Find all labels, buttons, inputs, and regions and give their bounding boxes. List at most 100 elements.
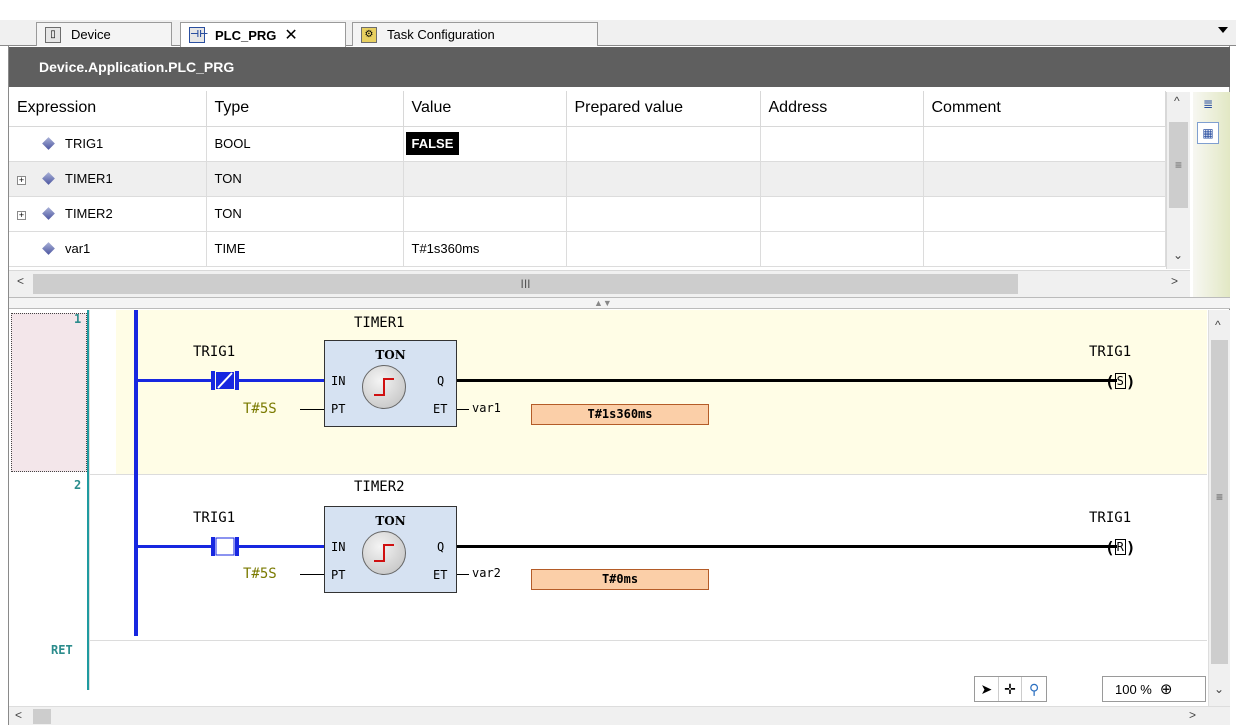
type-cell: BOOL [206, 126, 404, 162]
type-cell: TIME [206, 231, 404, 267]
et-output-variable[interactable]: var2 [472, 566, 501, 580]
fb-instance-name[interactable]: TIMER2 [354, 479, 405, 495]
col-comment[interactable]: Comment [923, 91, 1166, 127]
prepared-value-cell[interactable] [566, 196, 761, 232]
col-address[interactable]: Address [760, 91, 924, 127]
normally-open-contact[interactable] [203, 536, 247, 558]
contact-variable[interactable]: TRIG1 [193, 510, 235, 526]
value-cell: T#1s360ms [403, 231, 567, 267]
zoom-control[interactable]: 100 % ⊕ [1102, 676, 1206, 702]
wire [138, 379, 204, 382]
scroll-right-icon[interactable]: > [1189, 708, 1196, 722]
scroll-left-icon[interactable]: < [17, 274, 24, 288]
wire [457, 379, 1117, 382]
tab-device[interactable]: ▯ Device [36, 22, 172, 46]
value-cell [403, 161, 567, 197]
value-cell: FALSE [403, 126, 567, 162]
table-vertical-scrollbar[interactable]: ^ ≡ ⌄ [1166, 92, 1190, 269]
expression-cell: TRIG1 [9, 126, 207, 162]
coil-type: S [1114, 373, 1126, 389]
table-row[interactable]: + TIMER1 TON [9, 161, 1166, 197]
scroll-left-icon[interactable]: < [15, 708, 22, 722]
table-horizontal-scrollbar[interactable]: < III > [9, 270, 1190, 297]
ladder-pou-icon: ⊣⊢ [189, 27, 208, 43]
wire [247, 545, 324, 548]
scroll-up-icon[interactable]: ^ [1174, 94, 1180, 108]
declaration-view-icon[interactable]: ≣ [1197, 94, 1219, 116]
address-cell [760, 126, 924, 162]
coil-variable[interactable]: TRIG1 [1089, 510, 1131, 526]
value-cell [403, 196, 567, 232]
table-row[interactable]: TRIG1 BOOL FALSE [9, 126, 1166, 162]
rung-1-selection[interactable] [11, 313, 87, 472]
pt-constant[interactable]: T#5S [243, 566, 277, 582]
expression-cell: var1 [9, 231, 207, 267]
wire [457, 545, 1117, 548]
zoom-icon[interactable]: ⚲ [1022, 677, 1046, 701]
scroll-right-icon[interactable]: > [1171, 274, 1178, 288]
ladder-horizontal-scrollbar[interactable]: < > [9, 706, 1230, 725]
scroll-down-icon[interactable]: ⌄ [1173, 248, 1183, 262]
ladder-editor[interactable]: 1 2 RET TIMER1 TRIG1 T#5S TON IN PT Q ET… [9, 310, 1207, 706]
wire [457, 409, 469, 410]
reset-coil[interactable]: ( R ) [1105, 536, 1149, 558]
table-row[interactable]: var1 TIME T#1s360ms [9, 231, 1166, 267]
fb-instance-name[interactable]: TIMER1 [354, 315, 405, 331]
scroll-thumb[interactable]: ≡ [1169, 122, 1188, 208]
comment-cell [923, 126, 1166, 162]
pointer-icon[interactable]: ➤ [975, 677, 999, 701]
pin-q: Q [437, 374, 445, 388]
expand-icon[interactable]: + [17, 176, 26, 185]
tab-task-configuration[interactable]: ⚙ Task Configuration [352, 22, 598, 46]
et-output-variable[interactable]: var1 [472, 401, 501, 415]
ton-function-block[interactable]: TON IN PT Q ET [324, 340, 457, 427]
col-expression[interactable]: Expression [9, 91, 207, 127]
expand-icon[interactable]: + [17, 211, 26, 220]
splitter-arrows-icon[interactable]: ▲▼ [594, 298, 612, 308]
tab-device-label: Device [71, 27, 111, 42]
coil-variable[interactable]: TRIG1 [1089, 344, 1131, 360]
table-view-icon[interactable]: ▦ [1197, 122, 1219, 144]
ton-function-block[interactable]: TON IN PT Q ET [324, 506, 457, 593]
tab-list-dropdown-icon[interactable] [1218, 27, 1228, 33]
pin-q: Q [437, 540, 445, 554]
col-type[interactable]: Type [206, 91, 404, 127]
pin-et: ET [433, 402, 448, 416]
close-icon[interactable]: ✕ [284, 25, 297, 45]
set-coil[interactable]: ( S ) [1105, 370, 1149, 392]
negated-contact[interactable] [203, 370, 247, 392]
scroll-up-icon[interactable]: ^ [1215, 318, 1221, 332]
expression-cell: + TIMER2 [9, 196, 207, 232]
contact-variable[interactable]: TRIG1 [193, 344, 235, 360]
type-cell: TON [206, 161, 404, 197]
pin-pt: PT [331, 402, 346, 416]
zoom-level[interactable]: 100 % [1115, 682, 1152, 697]
scroll-down-icon[interactable]: ⌄ [1214, 682, 1224, 696]
wire [300, 574, 324, 575]
table-header-row: Expression Type Value Prepared value Add… [9, 91, 1166, 127]
scroll-thumb[interactable]: ≡ [1211, 340, 1228, 664]
scroll-thumb[interactable]: III [33, 274, 1018, 294]
move-icon[interactable]: ✛ [999, 677, 1023, 701]
pane-splitter[interactable]: ▲▼ [9, 297, 1230, 309]
table-row[interactable]: + TIMER2 TON [9, 196, 1166, 232]
pt-constant[interactable]: T#5S [243, 401, 277, 417]
expression-text: TIMER1 [65, 171, 113, 186]
expression-text: TIMER2 [65, 206, 113, 221]
wire [138, 545, 204, 548]
zoom-dropdown-icon[interactable]: ⊕ [1160, 680, 1173, 698]
col-value[interactable]: Value [403, 91, 567, 127]
prepared-value-cell[interactable] [566, 126, 761, 162]
col-prepared-value[interactable]: Prepared value [566, 91, 761, 127]
comment-cell [923, 196, 1166, 232]
comment-cell [923, 231, 1166, 267]
expression-text: TRIG1 [65, 136, 104, 151]
variable-icon [42, 242, 55, 255]
task-config-icon: ⚙ [361, 26, 377, 43]
prepared-value-cell[interactable] [566, 161, 761, 197]
scroll-thumb[interactable] [33, 709, 51, 724]
timer-clock-icon [362, 365, 406, 409]
ladder-vertical-scrollbar[interactable]: ^ ≡ ⌄ [1208, 310, 1230, 706]
tab-plc-prg[interactable]: ⊣⊢ PLC_PRG ✕ [180, 22, 346, 47]
prepared-value-cell[interactable] [566, 231, 761, 267]
